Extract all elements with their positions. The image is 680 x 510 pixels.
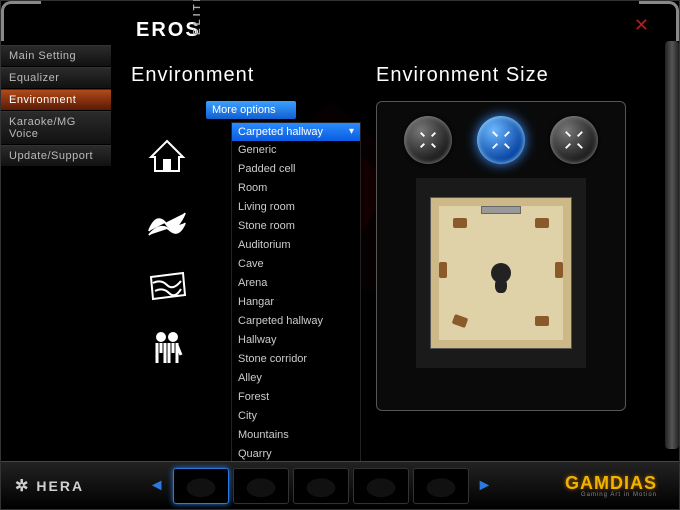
dropdown-list: GenericPadded cellRoomLiving roomStone r… [232,141,360,481]
dropdown-option[interactable]: Hangar [232,293,360,312]
dropdown-option[interactable]: City [232,407,360,426]
dropdown-option[interactable]: Hallway [232,331,360,350]
main-content: Environment Environment Size More option… [126,56,654,459]
waves-icon[interactable] [146,200,188,242]
size-knob-row [391,116,611,164]
carousel-thumbs [173,468,469,504]
dropdown-option[interactable]: Auditorium [232,236,360,255]
room-speaker [535,218,549,228]
room-speaker [453,218,467,228]
section-title-environment: Environment [131,64,254,87]
dropdown-option[interactable]: Stone room [232,217,360,236]
carousel-thumb[interactable] [413,468,469,504]
room-speaker [439,262,447,278]
carousel-thumb[interactable] [173,468,229,504]
dropdown-option[interactable]: Room [232,179,360,198]
carousel-thumb[interactable] [233,468,289,504]
dropdown-option[interactable]: Generic [232,141,360,160]
dropdown-option[interactable]: Mountains [232,426,360,445]
house-icon[interactable] [146,136,188,178]
gear-icon: ✲ [15,476,30,496]
dropdown-option[interactable]: Stone corridor [232,350,360,369]
product-logo: EROSELITE [136,19,244,42]
dropdown-option[interactable]: Living room [232,198,360,217]
close-icon[interactable]: ✕ [634,15,649,36]
dropdown-selected[interactable]: Carpeted hallway [232,123,360,141]
dropdown-option[interactable]: Alley [232,369,360,388]
environment-category-icons [146,136,201,370]
size-small-knob[interactable] [404,116,452,164]
app-frame: EROSELITE ✕ Main SettingEqualizerEnviron… [0,0,680,510]
people-icon[interactable] [146,328,188,370]
frame-edge [665,41,679,449]
carousel-prev-icon[interactable]: ◄ [145,477,169,495]
vendor-logo: GAMDIAS Gaming Art in Motion [543,473,679,498]
sidebar-item-equalizer[interactable]: Equalizer [1,67,111,89]
environment-dropdown[interactable]: Carpeted hallway GenericPadded cellRoomL… [231,122,361,482]
terrain-icon[interactable] [146,264,188,306]
sidebar-nav: Main SettingEqualizerEnvironmentKaraoke/… [1,45,111,167]
room-floor [431,198,571,348]
bottom-bar: ✲ HERA ◄ ► GAMDIAS Gaming Art in Motion [1,461,679,509]
sidebar-item-karaoke-mg-voice[interactable]: Karaoke/MG Voice [1,111,111,145]
room-speaker [555,262,563,278]
logo-text: EROS [136,19,201,41]
room-speaker [535,316,549,326]
room-speaker [452,314,469,328]
sidebar-item-environment[interactable]: Environment [1,89,111,111]
carousel-next-icon[interactable]: ► [473,477,497,495]
room-listener [491,263,511,283]
logo-subtext: ELITE [192,0,203,35]
dropdown-selected-label: Carpeted hallway [238,126,323,138]
more-options-button[interactable]: More options [206,101,296,119]
hera-button[interactable]: ✲ HERA [1,476,98,496]
sidebar-item-update-support[interactable]: Update/Support [1,145,111,167]
vendor-logo-text: GAMDIAS [565,473,657,493]
room-tv [481,206,521,214]
sidebar-item-main-setting[interactable]: Main Setting [1,45,111,67]
environment-size-panel [376,101,626,411]
dropdown-option[interactable]: Carpeted hallway [232,312,360,331]
section-title-size: Environment Size [376,64,549,87]
frame-corner [1,1,41,41]
room-preview [416,178,586,368]
carousel-thumb[interactable] [353,468,409,504]
product-carousel: ◄ ► [98,468,543,504]
dropdown-option[interactable]: Forest [232,388,360,407]
dropdown-option[interactable]: Cave [232,255,360,274]
carousel-thumb[interactable] [293,468,349,504]
dropdown-option[interactable]: Arena [232,274,360,293]
size-medium-knob[interactable] [477,116,525,164]
dropdown-option[interactable]: Padded cell [232,160,360,179]
size-large-knob[interactable] [550,116,598,164]
hera-label: HERA [36,478,84,494]
